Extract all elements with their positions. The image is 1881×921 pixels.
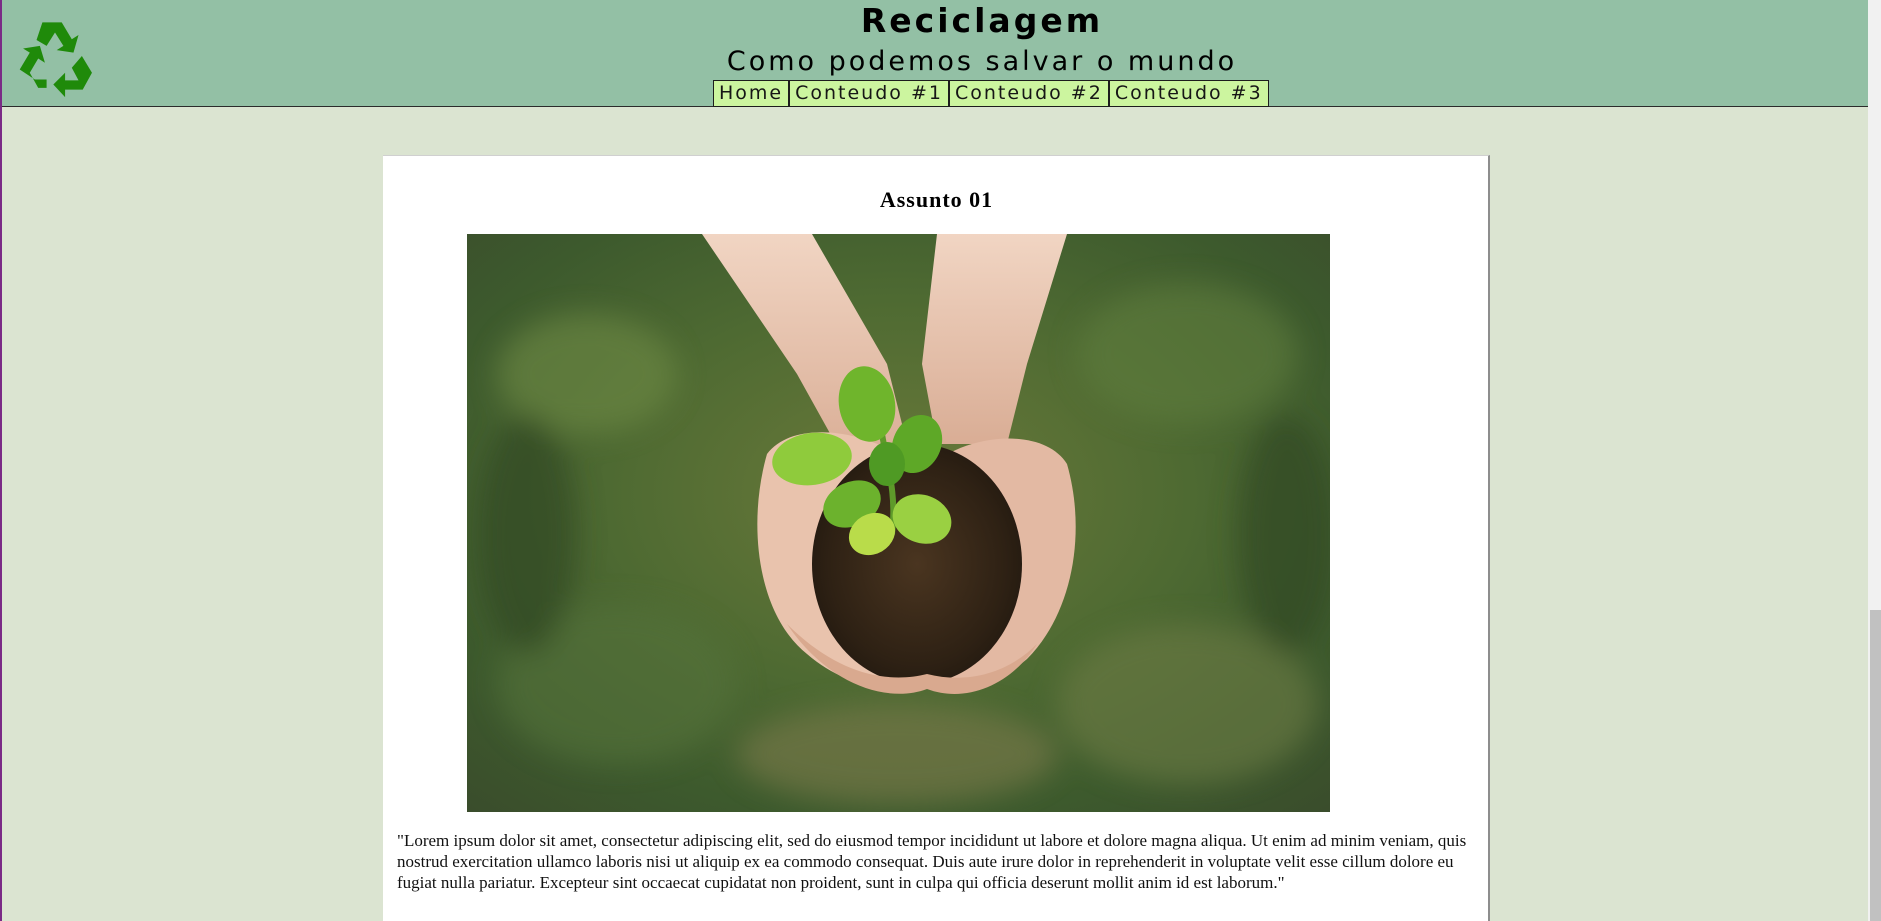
main-nav: Home Conteudo #1 Conteudo #2 Conteudo #3 bbox=[713, 80, 1269, 107]
site-title: Reciclagem bbox=[860, 1, 1104, 40]
article-title: Assunto 01 bbox=[879, 187, 994, 212]
scrollbar-thumb[interactable] bbox=[1870, 610, 1881, 921]
seedling-photo bbox=[467, 234, 1330, 812]
nav-home[interactable]: Home bbox=[713, 80, 790, 107]
site-subtitle: Como podemos salvar o mundo bbox=[726, 46, 1238, 77]
nav-conteudo-3[interactable]: Conteudo #3 bbox=[1108, 80, 1269, 107]
nav-conteudo-2[interactable]: Conteudo #2 bbox=[948, 80, 1109, 107]
nav-conteudo-1[interactable]: Conteudo #1 bbox=[789, 80, 949, 107]
site-header: Reciclagem Como podemos salvar o mundo H… bbox=[2, 0, 1868, 107]
article-body: "Lorem ipsum dolor sit amet, consectetur… bbox=[397, 831, 1467, 892]
article-card: Assunto 01 "Lorem ipsum dolor sit amet, … bbox=[383, 155, 1490, 921]
page: Reciclagem Como podemos salvar o mundo H… bbox=[0, 0, 1881, 921]
